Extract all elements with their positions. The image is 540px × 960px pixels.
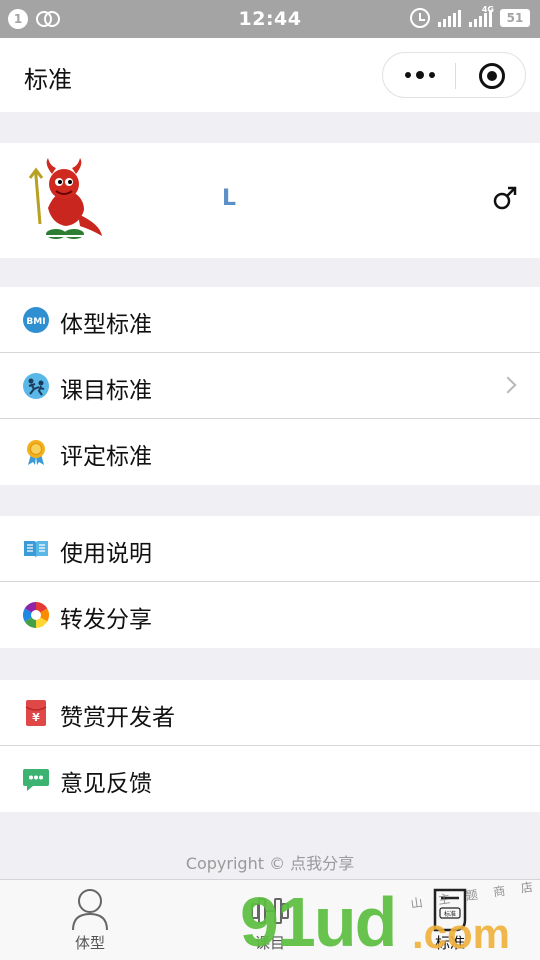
page-title: 标准	[24, 66, 72, 94]
cellular-signal-icon: 4G	[469, 5, 494, 27]
tab-standards[interactable]: 标准 标准	[390, 880, 510, 960]
bmi-icon: BMI	[23, 307, 49, 333]
menu-item-instructions[interactable]: 使用说明	[0, 516, 540, 582]
tab-label: 课目	[254, 934, 285, 952]
username: L	[222, 186, 237, 211]
exercise-icon	[23, 373, 49, 399]
menu-item-course-standard[interactable]: 课目标准	[0, 353, 540, 419]
menu-item-share[interactable]: 转发分享	[0, 582, 540, 648]
document-icon: 标准	[433, 888, 467, 932]
menu-item-label: 课目标准	[60, 378, 152, 404]
menu-group-help: 使用说明 转发分享	[0, 516, 540, 648]
menu-item-label: 转发分享	[60, 607, 152, 633]
battery-icon: 51	[500, 9, 530, 27]
red-envelope-icon-text: ¥	[32, 711, 40, 724]
menu-group-support: ¥ 赞赏开发者 意见反馈	[0, 680, 540, 812]
chat-bubble-icon	[23, 769, 49, 791]
menu-item-label: 体型标准	[60, 312, 152, 338]
menu-item-label: 赞赏开发者	[60, 705, 175, 731]
book-icon	[24, 541, 48, 558]
menu-item-label: 评定标准	[60, 444, 152, 470]
miniprogram-capsule	[382, 52, 526, 98]
bmi-icon-text: BMI	[26, 317, 45, 327]
status-bar: 1 12:44 4G 51	[0, 0, 540, 38]
menu-item-body-standard[interactable]: BMI 体型标准	[0, 287, 540, 353]
male-gender-icon	[493, 186, 517, 210]
status-right: 4G 51	[410, 5, 530, 28]
wifi-signal-icon	[438, 9, 461, 27]
medal-icon	[27, 440, 45, 465]
menu-group-standards: BMI 体型标准 课目标准 评定标准	[0, 287, 540, 485]
tab-body-type[interactable]: 体型	[30, 880, 150, 960]
close-miniprogram-icon[interactable]	[479, 63, 505, 89]
menu-item-label: 使用说明	[60, 541, 152, 567]
share-aperture-icon	[22, 601, 50, 629]
tab-label: 标准	[434, 934, 465, 952]
tab-bar: 体型 课目 标准 标准	[0, 879, 540, 960]
menu-item-feedback[interactable]: 意见反馈	[0, 746, 540, 812]
menu-item-label: 意见反馈	[60, 771, 152, 797]
dumbbell-icon	[251, 898, 289, 924]
document-icon-text: 标准	[444, 910, 456, 918]
alarm-icon	[410, 8, 430, 28]
tab-label: 体型	[74, 934, 105, 952]
more-options-icon[interactable]	[401, 65, 439, 85]
chevron-right-icon	[499, 376, 517, 394]
avatar	[22, 156, 110, 244]
red-envelope-icon: ¥	[25, 700, 47, 726]
person-icon	[72, 889, 108, 931]
menu-item-rating-standard[interactable]: 评定标准	[0, 419, 540, 485]
profile-card[interactable]: L	[0, 143, 540, 258]
menu-item-tip-developer[interactable]: ¥ 赞赏开发者	[0, 680, 540, 746]
network-type-label: 4G	[481, 5, 494, 14]
capsule-divider	[455, 63, 456, 89]
nav-bar: 标准	[0, 38, 540, 112]
copyright-text: Copyright © 点我分享	[185, 854, 355, 873]
tab-courses[interactable]: 课目	[210, 880, 330, 960]
